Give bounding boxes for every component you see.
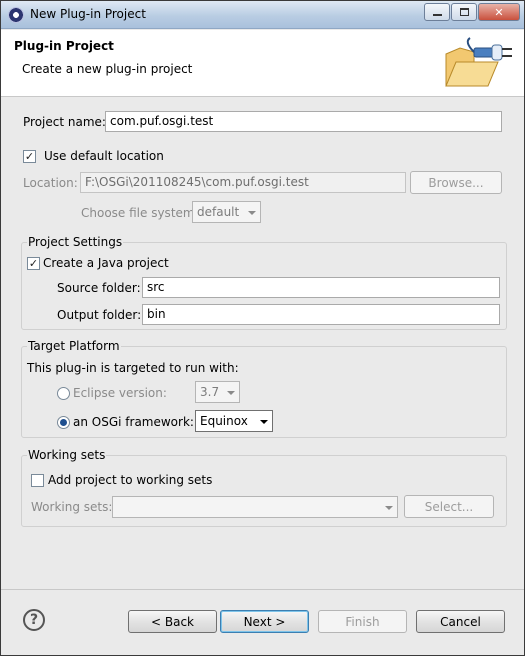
working-sets-select[interactable]	[112, 496, 398, 518]
file-system-label: Choose file system:	[81, 206, 199, 220]
maximize-icon	[459, 8, 469, 16]
source-folder-label: Source folder:	[57, 281, 141, 295]
chevron-down-icon	[260, 420, 268, 424]
source-folder-input[interactable]: src	[142, 277, 500, 298]
eclipse-version-radio[interactable]	[57, 387, 70, 400]
create-java-project-label: Create a Java project	[43, 256, 169, 270]
page-title: Plug-in Project	[14, 39, 114, 53]
browse-button[interactable]: Browse...	[410, 171, 502, 194]
window-controls: ✕	[423, 3, 520, 21]
chevron-down-icon	[227, 391, 235, 395]
project-name-input[interactable]: com.puf.osgi.test	[105, 111, 502, 132]
location-label: Location:	[23, 176, 78, 190]
page-description: Create a new plug-in project	[22, 62, 193, 76]
use-default-location-checkbox[interactable]: ✓	[23, 150, 36, 163]
minimize-icon	[432, 14, 442, 16]
osgi-framework-label: an OSGi framework:	[73, 415, 194, 429]
footer-separator	[1, 589, 524, 590]
file-system-value: default	[197, 205, 240, 219]
plugin-folder-icon	[445, 37, 512, 87]
eclipse-version-select[interactable]: 3.7	[195, 381, 240, 403]
eclipse-version-value: 3.7	[200, 385, 220, 399]
close-icon: ✕	[494, 5, 504, 19]
target-platform-title: Target Platform	[27, 339, 121, 353]
back-button[interactable]: < Back	[128, 610, 217, 633]
close-button[interactable]: ✕	[478, 3, 520, 21]
output-folder-input[interactable]: bin	[142, 304, 500, 325]
add-to-working-sets-label: Add project to working sets	[48, 473, 213, 487]
working-sets-label: Working sets:	[31, 500, 113, 514]
project-settings-title: Project Settings	[27, 235, 124, 249]
add-to-working-sets-checkbox[interactable]	[31, 474, 44, 487]
new-plugin-project-dialog: New Plug-in Project ✕ Plug-in Project Cr…	[0, 0, 525, 656]
location-input[interactable]: F:\OSGi\201108245\com.puf.osgi.test	[80, 172, 406, 193]
target-platform-intro: This plug-in is targeted to run with:	[27, 361, 239, 375]
help-icon[interactable]: ?	[23, 609, 45, 631]
wizard-content: Project name: com.puf.osgi.test ✓ Use de…	[1, 98, 524, 558]
osgi-framework-radio[interactable]	[57, 416, 70, 429]
osgi-framework-value: Equinox	[200, 414, 248, 428]
window-title: New Plug-in Project	[30, 7, 146, 21]
chevron-down-icon	[248, 211, 256, 215]
output-folder-label: Output folder:	[57, 308, 142, 322]
minimize-button[interactable]	[424, 3, 450, 21]
use-default-location-label: Use default location	[44, 149, 164, 163]
eclipse-icon	[8, 7, 24, 23]
file-system-select[interactable]: default	[192, 201, 261, 223]
working-sets-title: Working sets	[27, 448, 107, 462]
cancel-button[interactable]: Cancel	[416, 610, 505, 633]
finish-button[interactable]: Finish	[318, 610, 407, 633]
next-button[interactable]: Next >	[220, 610, 309, 633]
title-bar[interactable]: New Plug-in Project ✕	[1, 1, 524, 29]
select-working-sets-button[interactable]: Select...	[404, 495, 494, 518]
maximize-button[interactable]	[451, 3, 477, 21]
project-name-label: Project name:	[23, 115, 106, 129]
wizard-header: Plug-in Project Create a new plug-in pro…	[1, 30, 524, 97]
create-java-project-checkbox[interactable]: ✓	[27, 257, 40, 270]
eclipse-version-label: Eclipse version:	[73, 386, 167, 400]
chevron-down-icon	[385, 506, 393, 510]
osgi-framework-select[interactable]: Equinox	[195, 410, 273, 432]
